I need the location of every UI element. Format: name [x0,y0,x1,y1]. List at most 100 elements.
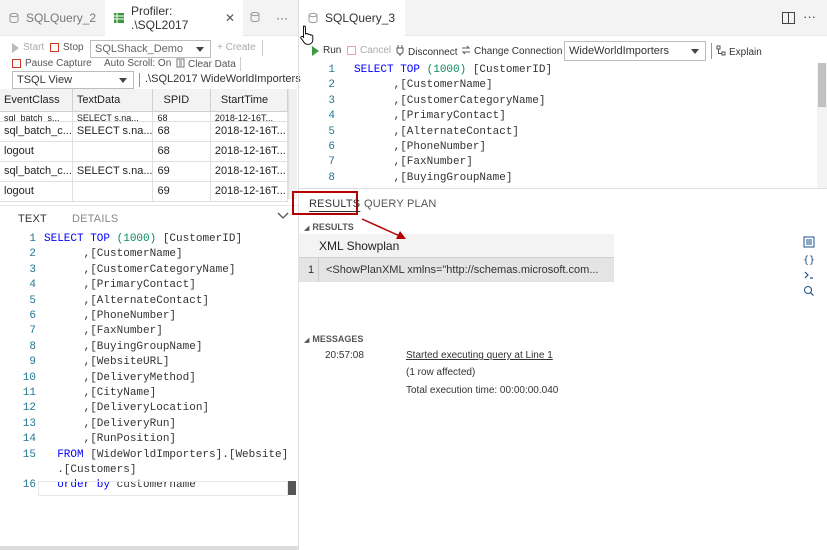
tab-overflow[interactable] [245,0,267,36]
code-token: [CustomerID] [466,64,553,76]
clear-data-button[interactable]: Clear Data [176,58,236,71]
code-line: ,[PhoneNumber] [354,140,486,155]
run-button[interactable]: Run [312,45,341,56]
code-token: ,[PhoneNumber] [354,141,487,153]
start-button[interactable]: Start [12,42,44,53]
scrollbar-thumb[interactable] [818,63,826,107]
xml-showplan-link[interactable]: <ShowPlanXML xmlns="http://schemas.micro… [326,264,599,276]
code-line: ,[PhoneNumber] [44,309,176,324]
code-line: ,[RunPosition] [44,432,176,447]
session-select[interactable]: SQLShack_Demo [90,40,211,58]
column-header-spid[interactable]: SPID [152,89,211,112]
code-line: ,[CustomerName] [354,78,493,93]
results-divider[interactable] [299,188,827,189]
close-icon[interactable]: ✕ [225,11,235,25]
line-number: 8 [29,340,36,353]
code-token: ,[DeliveryRun] [44,417,177,430]
save-as-csv-icon[interactable] [803,236,815,251]
tab-query-plan[interactable]: QUERY PLAN [364,198,437,210]
pane-divider[interactable] [0,205,298,206]
code-line: ,[DeliveryLocation] [44,401,209,416]
change-connection-button[interactable]: Change Connection [461,45,562,58]
tab-label: SQLQuery_2 [26,11,97,25]
left-tab-bar: SQLQuery_2 Profiler: .\SQL2017 ✕ ··· [0,0,298,36]
code-token: ,[FaxNumber] [354,156,473,169]
table-row[interactable]: logout 69 2018-12-16T... [0,181,289,202]
tab-text[interactable]: TEXT [18,213,47,225]
code-line: FROM [WideWorldImporters].[Website] [44,448,288,463]
code-line: ,[PrimaryContact] [44,278,196,293]
tab-results[interactable]: RESULTS [309,198,360,210]
query-editor[interactable]: 1 SELECT TOP (1000) [CustomerID] 2 ,[Custo… [299,63,817,187]
chevron-down-icon[interactable] [277,211,289,224]
code-token: (1000) [116,233,157,245]
grid-scrollbar[interactable] [288,89,297,199]
table-cell: logout [0,181,73,202]
column-header-eventclass[interactable]: EventClass [0,89,73,112]
line-number: 1 [328,64,335,76]
explain-plan-icon [716,45,726,59]
split-editor-icon[interactable] [782,12,795,27]
code-line: ,[FaxNumber] [354,155,473,170]
line-number: 7 [328,156,335,169]
disconnect-button[interactable]: Disconnect [396,45,457,59]
code-token: .[Customers] [44,464,137,476]
tab-sqlquery-3[interactable]: SQLQuery_3 [299,0,405,36]
table-row[interactable]: logout 68 2018-12-16T... [0,141,289,162]
editor-scrollbar[interactable] [817,63,827,188]
column-header-starttime[interactable]: StartTime [210,89,289,112]
code-token: ,[DeliveryLocation] [44,402,210,415]
event-text-editor[interactable]: 1 SELECT TOP (1000) [CustomerID] 2 ,[Custo… [0,232,298,502]
cancel-button[interactable]: Cancel [347,45,391,56]
tab-sqlquery-2[interactable]: SQLQuery_2 [0,0,105,36]
tab-profiler[interactable]: Profiler: .\SQL2017 ✕ [105,0,243,36]
code-token: SELECT TOP [44,233,117,245]
results-section-header[interactable]: ◢ RESULTS [304,222,354,232]
database-select[interactable]: WideWorldImporters [564,41,706,61]
table-cell: sql_batch_c... [0,161,73,182]
tab-label: SQLQuery_3 [325,11,396,25]
line-number: 4 [328,110,335,123]
table-row[interactable]: sql_batch_s... SELECT s.na... 68 2018-12… [0,111,289,122]
code-token: ,[PrimaryContact] [44,279,196,292]
chevron-down-icon: ◢ [304,225,310,232]
message-link[interactable]: Started executing query at Line 1 [406,350,553,361]
auto-scroll-toggle[interactable]: Auto Scroll: On [104,58,171,69]
column-header-textdata[interactable]: TextData [72,89,154,112]
code-token: ,[PrimaryContact] [354,110,506,123]
profiler-grid-icon [113,12,125,24]
line-number: 2 [328,79,335,92]
clear-data-icon [176,58,185,71]
code-token: ,[RunPosition] [44,433,177,446]
messages-section-header[interactable]: ◢ MESSAGES [304,334,363,344]
stop-button[interactable]: Stop [50,42,84,53]
more-actions-button[interactable]: ··· [270,0,298,36]
table-cell: 69 [152,181,211,202]
table-cell: 2018-12-16T... [210,111,289,122]
server-label: .\SQL2017 WideWorldImporters [145,73,301,85]
save-as-xml-icon[interactable] [803,269,815,284]
view-select[interactable]: TSQL View [12,71,134,89]
line-number: 10 [22,371,36,384]
code-line: ,[BuyingGroupName] [354,171,513,186]
explain-button[interactable]: Explain [716,45,762,59]
code-line: ,[PrimaryContact] [354,109,506,124]
line-number: 13 [22,417,36,430]
table-cell: sql_batch_s... [0,111,73,122]
code-line: ,[AlternateContact] [44,294,209,309]
chevron-down-icon [196,47,204,52]
message-rows-affected: (1 row affected) [406,367,476,378]
more-actions-button[interactable]: ··· [803,9,816,24]
table-row[interactable]: sql_batch_c... SELECT s.na... 69 2018-12… [0,161,289,182]
chevron-down-icon: ◢ [304,337,310,344]
chart-icon[interactable] [803,285,815,300]
table-row[interactable]: sql_batch_c... SELECT s.na... 68 2018-12… [0,121,289,142]
table-cell: 68 [152,111,211,122]
pause-capture-button[interactable]: Pause Capture [12,58,92,69]
code-line: SELECT TOP (1000) [CustomerID] [44,232,242,247]
save-as-json-icon[interactable]: {} [803,253,815,268]
tab-details[interactable]: DETAILS [72,213,118,225]
chevron-down-icon [119,78,127,83]
profiler-events-grid[interactable]: EventClass TextData SPID StartTime sql_b… [0,89,289,202]
create-button[interactable]: + Create [217,42,256,53]
